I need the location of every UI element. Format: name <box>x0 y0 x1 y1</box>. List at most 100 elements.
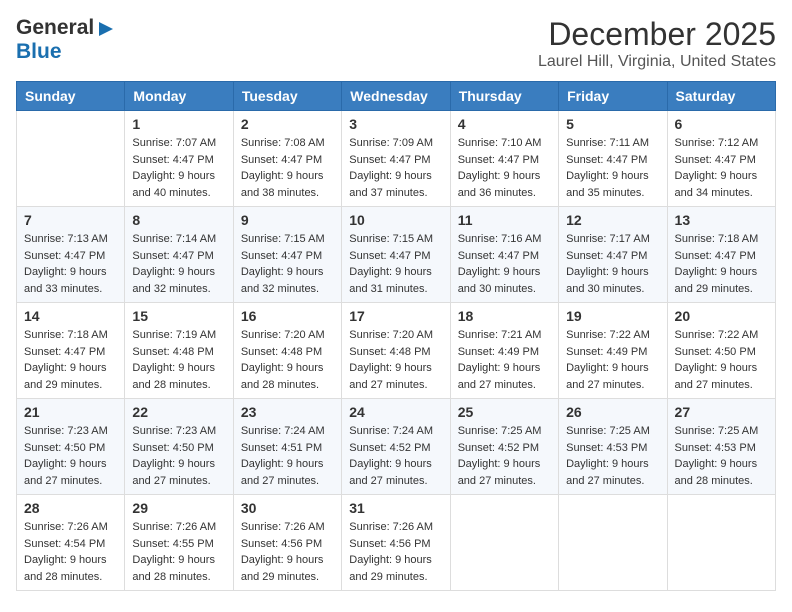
calendar-cell: 2 Sunrise: 7:08 AMSunset: 4:47 PMDaylight… <box>233 111 341 207</box>
day-number: 5 <box>566 116 659 132</box>
calendar-header-row: SundayMondayTuesdayWednesdayThursdayFrid… <box>17 82 776 111</box>
day-info: Sunrise: 7:23 AMSunset: 4:50 PMDaylight:… <box>132 423 225 489</box>
day-info: Sunrise: 7:08 AMSunset: 4:47 PMDaylight:… <box>241 135 334 201</box>
day-info: Sunrise: 7:24 AMSunset: 4:51 PMDaylight:… <box>241 423 334 489</box>
logo: General Blue <box>16 16 115 64</box>
calendar-week-row: 7 Sunrise: 7:13 AMSunset: 4:47 PMDaylight… <box>17 207 776 303</box>
day-number: 10 <box>349 212 442 228</box>
day-info: Sunrise: 7:15 AMSunset: 4:47 PMDaylight:… <box>241 231 334 297</box>
day-info: Sunrise: 7:26 AMSunset: 4:56 PMDaylight:… <box>241 519 334 585</box>
calendar-cell: 24Sunrise: 7:24 AMSunset: 4:52 PMDayligh… <box>342 399 450 495</box>
calendar-cell: 13 Sunrise: 7:18 AMSunset: 4:47 PMDayligh… <box>667 207 775 303</box>
day-number: 26 <box>566 404 659 420</box>
calendar-cell: 15 Sunrise: 7:19 AMSunset: 4:48 PMDayligh… <box>125 303 233 399</box>
calendar-week-row: 1 Sunrise: 7:07 AMSunset: 4:47 PMDaylight… <box>17 111 776 207</box>
day-number: 31 <box>349 500 442 516</box>
day-number: 14 <box>24 308 117 324</box>
calendar-cell: 30 Sunrise: 7:26 AMSunset: 4:56 PMDayligh… <box>233 495 341 591</box>
calendar-header-wednesday: Wednesday <box>342 82 450 111</box>
header: General Blue December 2025 Laurel Hill, … <box>16 16 776 71</box>
calendar-cell: 4Sunrise: 7:10 AMSunset: 4:47 PMDaylight… <box>450 111 558 207</box>
calendar-cell: 11 Sunrise: 7:16 AMSunset: 4:47 PMDayligh… <box>450 207 558 303</box>
calendar-cell: 14 Sunrise: 7:18 AMSunset: 4:47 PMDayligh… <box>17 303 125 399</box>
calendar-cell: 29 Sunrise: 7:26 AMSunset: 4:55 PMDayligh… <box>125 495 233 591</box>
day-info: Sunrise: 7:14 AMSunset: 4:47 PMDaylight:… <box>132 231 225 297</box>
day-number: 20 <box>675 308 768 324</box>
calendar-cell: 1 Sunrise: 7:07 AMSunset: 4:47 PMDaylight… <box>125 111 233 207</box>
day-number: 18 <box>458 308 551 324</box>
calendar-cell: 20 Sunrise: 7:22 AMSunset: 4:50 PMDayligh… <box>667 303 775 399</box>
day-number: 8 <box>132 212 225 228</box>
day-info: Sunrise: 7:23 AMSunset: 4:50 PMDaylight:… <box>24 423 117 489</box>
calendar-header-thursday: Thursday <box>450 82 558 111</box>
day-info: Sunrise: 7:17 AMSunset: 4:47 PMDaylight:… <box>566 231 659 297</box>
day-number: 16 <box>241 308 334 324</box>
day-info: Sunrise: 7:25 AMSunset: 4:53 PMDaylight:… <box>566 423 659 489</box>
calendar-week-row: 28 Sunrise: 7:26 AMSunset: 4:54 PMDayligh… <box>17 495 776 591</box>
day-info: Sunrise: 7:26 AMSunset: 4:54 PMDaylight:… <box>24 519 117 585</box>
day-number: 29 <box>132 500 225 516</box>
day-number: 13 <box>675 212 768 228</box>
calendar-cell: 22 Sunrise: 7:23 AMSunset: 4:50 PMDayligh… <box>125 399 233 495</box>
calendar-cell: 31Sunrise: 7:26 AMSunset: 4:56 PMDayligh… <box>342 495 450 591</box>
calendar-table: SundayMondayTuesdayWednesdayThursdayFrid… <box>16 81 776 591</box>
calendar-header-friday: Friday <box>559 82 667 111</box>
day-info: Sunrise: 7:20 AMSunset: 4:48 PMDaylight:… <box>241 327 334 393</box>
calendar-cell: 16 Sunrise: 7:20 AMSunset: 4:48 PMDayligh… <box>233 303 341 399</box>
day-info: Sunrise: 7:19 AMSunset: 4:48 PMDaylight:… <box>132 327 225 393</box>
calendar-cell: 5 Sunrise: 7:11 AMSunset: 4:47 PMDaylight… <box>559 111 667 207</box>
day-info: Sunrise: 7:13 AMSunset: 4:47 PMDaylight:… <box>24 231 117 297</box>
day-info: Sunrise: 7:25 AMSunset: 4:52 PMDaylight:… <box>458 423 551 489</box>
day-info: Sunrise: 7:22 AMSunset: 4:50 PMDaylight:… <box>675 327 768 393</box>
logo-general-text: General <box>16 16 94 40</box>
month-title: December 2025 <box>538 16 776 53</box>
calendar-cell <box>17 111 125 207</box>
location-title: Laurel Hill, Virginia, United States <box>538 53 776 71</box>
title-area: December 2025 Laurel Hill, Virginia, Uni… <box>538 16 776 71</box>
day-number: 30 <box>241 500 334 516</box>
day-info: Sunrise: 7:07 AMSunset: 4:47 PMDaylight:… <box>132 135 225 201</box>
calendar-cell: 7 Sunrise: 7:13 AMSunset: 4:47 PMDaylight… <box>17 207 125 303</box>
day-info: Sunrise: 7:20 AMSunset: 4:48 PMDaylight:… <box>349 327 442 393</box>
day-number: 21 <box>24 404 117 420</box>
day-number: 11 <box>458 212 551 228</box>
calendar-cell <box>559 495 667 591</box>
calendar-cell: 21 Sunrise: 7:23 AMSunset: 4:50 PMDayligh… <box>17 399 125 495</box>
day-info: Sunrise: 7:26 AMSunset: 4:55 PMDaylight:… <box>132 519 225 585</box>
calendar-cell: 10 Sunrise: 7:15 AMSunset: 4:47 PMDayligh… <box>342 207 450 303</box>
day-number: 27 <box>675 404 768 420</box>
day-info: Sunrise: 7:12 AMSunset: 4:47 PMDaylight:… <box>675 135 768 201</box>
day-info: Sunrise: 7:11 AMSunset: 4:47 PMDaylight:… <box>566 135 659 201</box>
day-info: Sunrise: 7:18 AMSunset: 4:47 PMDaylight:… <box>675 231 768 297</box>
day-number: 1 <box>132 116 225 132</box>
calendar-cell <box>450 495 558 591</box>
calendar-cell: 18Sunrise: 7:21 AMSunset: 4:49 PMDayligh… <box>450 303 558 399</box>
day-number: 25 <box>458 404 551 420</box>
day-info: Sunrise: 7:09 AMSunset: 4:47 PMDaylight:… <box>349 135 442 201</box>
calendar-cell: 17 Sunrise: 7:20 AMSunset: 4:48 PMDayligh… <box>342 303 450 399</box>
day-number: 22 <box>132 404 225 420</box>
logo-blue-text: Blue <box>16 40 62 64</box>
calendar-cell: 12Sunrise: 7:17 AMSunset: 4:47 PMDayligh… <box>559 207 667 303</box>
calendar-week-row: 14 Sunrise: 7:18 AMSunset: 4:47 PMDayligh… <box>17 303 776 399</box>
day-number: 23 <box>241 404 334 420</box>
calendar-header-monday: Monday <box>125 82 233 111</box>
logo-flag-icon <box>97 20 115 38</box>
day-number: 15 <box>132 308 225 324</box>
calendar-header-saturday: Saturday <box>667 82 775 111</box>
calendar-cell: 6 Sunrise: 7:12 AMSunset: 4:47 PMDaylight… <box>667 111 775 207</box>
day-number: 17 <box>349 308 442 324</box>
calendar-week-row: 21 Sunrise: 7:23 AMSunset: 4:50 PMDayligh… <box>17 399 776 495</box>
calendar-header-tuesday: Tuesday <box>233 82 341 111</box>
calendar-cell <box>667 495 775 591</box>
day-info: Sunrise: 7:22 AMSunset: 4:49 PMDaylight:… <box>566 327 659 393</box>
day-info: Sunrise: 7:18 AMSunset: 4:47 PMDaylight:… <box>24 327 117 393</box>
day-info: Sunrise: 7:15 AMSunset: 4:47 PMDaylight:… <box>349 231 442 297</box>
day-number: 28 <box>24 500 117 516</box>
day-number: 6 <box>675 116 768 132</box>
calendar-cell: 28 Sunrise: 7:26 AMSunset: 4:54 PMDayligh… <box>17 495 125 591</box>
day-info: Sunrise: 7:16 AMSunset: 4:47 PMDaylight:… <box>458 231 551 297</box>
calendar-cell: 9Sunrise: 7:15 AMSunset: 4:47 PMDaylight… <box>233 207 341 303</box>
day-number: 7 <box>24 212 117 228</box>
day-number: 2 <box>241 116 334 132</box>
